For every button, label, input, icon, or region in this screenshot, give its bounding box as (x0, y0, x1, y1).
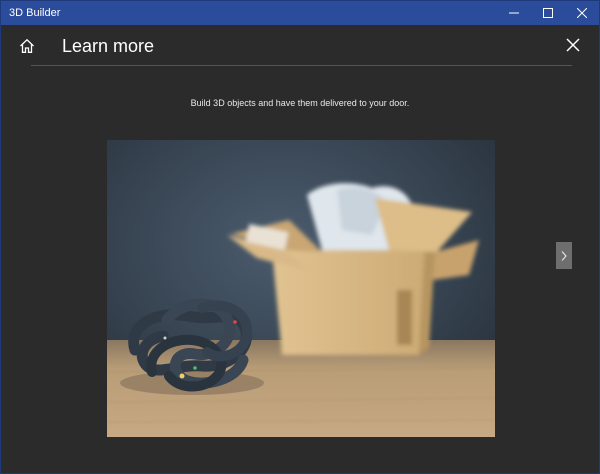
home-button[interactable] (13, 33, 41, 59)
chevron-right-icon (561, 250, 567, 261)
home-icon (20, 38, 34, 53)
page-header: Learn more (1, 25, 599, 67)
close-icon (566, 38, 580, 52)
close-icon (577, 8, 587, 18)
page-title: Learn more (62, 36, 155, 56)
header-divider (31, 65, 572, 66)
maximize-button[interactable] (533, 1, 563, 25)
maximize-icon (543, 8, 553, 18)
title-bar[interactable]: 3D Builder (1, 1, 599, 25)
delivery-photo (107, 140, 495, 437)
minimize-button[interactable] (499, 1, 529, 25)
app-window: 3D Builder Learn more Build 3D objects a… (0, 0, 600, 474)
window-title: 3D Builder (9, 7, 61, 19)
next-image-button[interactable] (556, 242, 572, 269)
window-close-button[interactable] (567, 1, 597, 25)
close-panel-button[interactable] (561, 33, 585, 57)
minimize-icon (509, 12, 519, 14)
learn-more-subtitle: Build 3D objects and have them delivered… (190, 98, 410, 108)
